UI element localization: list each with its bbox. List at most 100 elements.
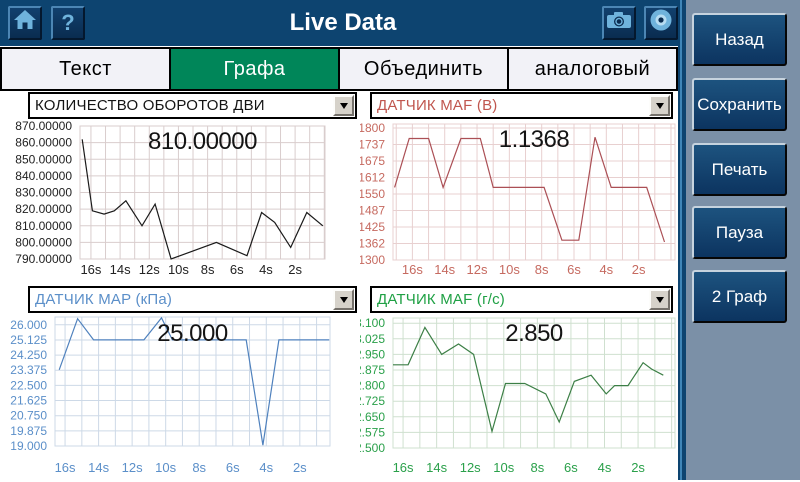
content-sidebar-divider xyxy=(678,0,686,480)
svg-text:12s: 12s xyxy=(122,460,143,475)
svg-text:16s: 16s xyxy=(393,460,414,475)
svg-text:8s: 8s xyxy=(530,460,544,475)
svg-text:4s: 4s xyxy=(598,460,612,475)
svg-text:8s: 8s xyxy=(535,262,549,277)
svg-text:25.125: 25.125 xyxy=(10,333,47,347)
home-icon xyxy=(13,9,37,37)
svg-text:2.875: 2.875 xyxy=(360,363,385,377)
maf-flow-chart: 3.1003.0252.9502.8752.8002.7252.6502.575… xyxy=(360,310,680,482)
tab-merge[interactable]: Объединить xyxy=(338,49,507,89)
save-button[interactable]: Сохранить xyxy=(692,78,787,131)
svg-text:2.725: 2.725 xyxy=(360,394,385,408)
question-mark-icon: ? xyxy=(61,10,74,36)
param-dropdown-rpm-label: КОЛИЧЕСТВО ОБОРОТОВ ДВИ xyxy=(30,97,333,114)
svg-text:2.575: 2.575 xyxy=(360,425,385,439)
svg-text:800.00000: 800.00000 xyxy=(15,235,72,249)
svg-text:1.1675: 1.1675 xyxy=(360,154,385,168)
help-button[interactable]: ? xyxy=(51,6,85,40)
svg-text:24.250: 24.250 xyxy=(10,348,47,362)
svg-text:10s: 10s xyxy=(168,262,189,277)
svg-text:14s: 14s xyxy=(434,262,455,277)
svg-text:1.1300: 1.1300 xyxy=(360,253,385,267)
svg-text:19.875: 19.875 xyxy=(10,424,47,438)
tab-graph[interactable]: Графа xyxy=(169,49,338,89)
pause-button[interactable]: Пауза xyxy=(692,206,787,259)
svg-text:2.950: 2.950 xyxy=(360,347,385,361)
svg-text:1.1800: 1.1800 xyxy=(360,121,385,135)
two-graphs-button[interactable]: 2 Граф xyxy=(692,270,787,323)
header-bar: ? Live Data xyxy=(0,0,686,46)
view-tabs: Текст Графа Объединить аналоговый xyxy=(0,47,678,91)
param-dropdown-maf-flow-label: ДАТЧИК MAF (г/с) xyxy=(372,291,649,308)
svg-text:810.00000: 810.00000 xyxy=(15,219,72,233)
svg-text:1.1612: 1.1612 xyxy=(360,170,385,184)
svg-text:1.1362: 1.1362 xyxy=(360,236,385,250)
record-button[interactable] xyxy=(644,6,678,40)
svg-text:1.1550: 1.1550 xyxy=(360,187,385,201)
svg-text:830.00000: 830.00000 xyxy=(15,186,72,200)
dropdown-arrow-icon[interactable] xyxy=(333,289,354,310)
svg-text:1.1487: 1.1487 xyxy=(360,203,385,217)
tab-analog[interactable]: аналоговый xyxy=(507,49,676,89)
map-chart: 26.00025.12524.25023.37522.500 21.62520.7… xyxy=(0,310,360,482)
svg-text:16s: 16s xyxy=(80,262,101,277)
dropdown-arrow-icon[interactable] xyxy=(649,289,670,310)
svg-text:2.800: 2.800 xyxy=(360,379,385,393)
svg-text:2s: 2s xyxy=(293,460,307,475)
svg-text:4s: 4s xyxy=(259,460,273,475)
svg-text:820.00000: 820.00000 xyxy=(15,202,72,216)
svg-text:6s: 6s xyxy=(567,262,581,277)
maf-voltage-chart: 1.18001.17371.16751.16121.15501.14871.14… xyxy=(360,118,680,290)
sidebar: Назад Сохранить Печать Пауза 2 Граф xyxy=(686,0,800,480)
print-button[interactable]: Печать xyxy=(692,143,787,196)
param-dropdown-maf-volt-label: ДАТЧИК MAF (В) xyxy=(372,97,649,114)
svg-text:870.00000: 870.00000 xyxy=(15,119,72,133)
svg-text:16s: 16s xyxy=(402,262,423,277)
svg-text:6s: 6s xyxy=(564,460,578,475)
svg-text:3.100: 3.100 xyxy=(360,316,385,330)
svg-text:10s: 10s xyxy=(499,262,520,277)
page-title: Live Data xyxy=(0,9,686,37)
svg-text:10s: 10s xyxy=(493,460,514,475)
camera-icon xyxy=(606,10,632,36)
svg-text:2s: 2s xyxy=(632,262,646,277)
screenshot-button[interactable] xyxy=(602,6,636,40)
svg-text:8s: 8s xyxy=(192,460,206,475)
dropdown-arrow-icon[interactable] xyxy=(649,95,670,116)
svg-text:4s: 4s xyxy=(599,262,613,277)
back-button[interactable]: Назад xyxy=(692,13,787,66)
svg-text:21.625: 21.625 xyxy=(10,394,47,408)
rpm-chart: 870.00000 860.00000 850.00000 840.00000 830.… xyxy=(0,118,360,290)
svg-text:19.000: 19.000 xyxy=(10,439,47,453)
dropdown-arrow-icon[interactable] xyxy=(333,95,354,116)
svg-text:22.500: 22.500 xyxy=(10,378,47,392)
svg-text:12s: 12s xyxy=(139,262,160,277)
svg-text:6s: 6s xyxy=(226,460,240,475)
svg-text:840.00000: 840.00000 xyxy=(15,169,72,183)
svg-text:6s: 6s xyxy=(230,262,244,277)
svg-text:23.375: 23.375 xyxy=(10,363,47,377)
svg-text:2s: 2s xyxy=(631,460,645,475)
svg-text:8s: 8s xyxy=(201,262,215,277)
param-dropdown-maf-flow[interactable]: ДАТЧИК MAF (г/с) xyxy=(370,286,673,313)
svg-text:16s: 16s xyxy=(55,460,76,475)
param-dropdown-rpm[interactable]: КОЛИЧЕСТВО ОБОРОТОВ ДВИ xyxy=(28,92,357,119)
svg-text:2s: 2s xyxy=(288,262,302,277)
param-dropdown-map[interactable]: ДАТЧИК MAP (кПа) xyxy=(28,286,357,313)
svg-text:860.00000: 860.00000 xyxy=(15,136,72,150)
home-button[interactable] xyxy=(8,6,42,40)
tab-text[interactable]: Текст xyxy=(2,49,169,89)
svg-text:3.025: 3.025 xyxy=(360,332,385,346)
param-dropdown-maf-volt[interactable]: ДАТЧИК MAF (В) xyxy=(370,92,673,119)
svg-text:850.00000: 850.00000 xyxy=(15,152,72,166)
svg-text:4s: 4s xyxy=(259,262,273,277)
svg-text:26.000: 26.000 xyxy=(10,318,47,332)
svg-text:2.500: 2.500 xyxy=(360,441,385,455)
svg-text:14s: 14s xyxy=(110,262,131,277)
svg-text:790.00000: 790.00000 xyxy=(15,252,72,266)
svg-text:1.1737: 1.1737 xyxy=(360,137,385,151)
param-dropdown-map-label: ДАТЧИК MAP (кПа) xyxy=(30,291,333,308)
svg-text:14s: 14s xyxy=(426,460,447,475)
svg-text:14s: 14s xyxy=(88,460,109,475)
svg-text:20.750: 20.750 xyxy=(10,409,47,423)
